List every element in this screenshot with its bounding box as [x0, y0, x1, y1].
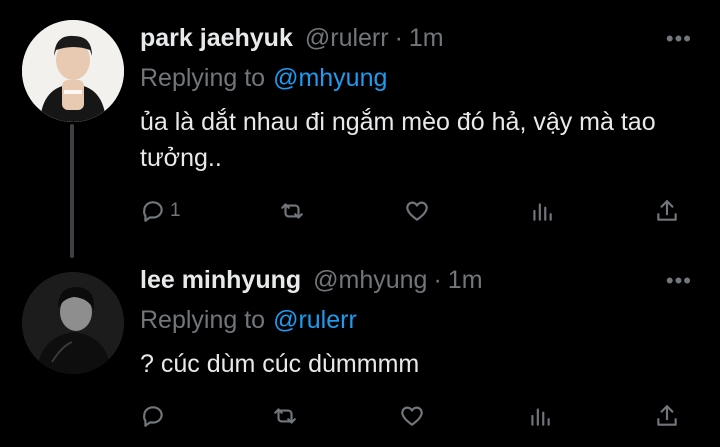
views-button[interactable] — [529, 198, 555, 224]
reply-count: 1 — [170, 200, 181, 221]
like-icon — [401, 406, 423, 426]
tweet-header: lee minhyung @mhyung · 1m — [140, 266, 700, 302]
replying-to: Replying to @mhyung — [140, 60, 700, 96]
share-icon — [657, 405, 677, 426]
reply-button[interactable]: 1 — [140, 198, 181, 224]
like-button[interactable] — [404, 198, 430, 224]
separator-dot: · — [433, 266, 442, 294]
replying-to-label: Replying to — [140, 305, 266, 334]
avatar-jaehyuk-image — [22, 20, 124, 122]
timestamp[interactable]: 1m — [448, 266, 483, 295]
share-button[interactable] — [654, 198, 680, 224]
retweet-button[interactable] — [272, 403, 298, 429]
user-handle[interactable]: @rulerr — [305, 24, 389, 53]
like-button[interactable] — [399, 403, 425, 429]
like-icon — [406, 201, 429, 221]
tweet-minhyung[interactable]: lee minhyung @mhyung · 1m ••• Replying t… — [0, 262, 720, 447]
display-name[interactable]: park jaehyuk — [140, 24, 293, 53]
replying-to-handle[interactable]: @mhyung — [273, 64, 387, 93]
more-icon[interactable]: ••• — [666, 268, 692, 294]
views-button[interactable] — [527, 403, 553, 429]
tweet-content: park jaehyuk @rulerr · 1m ••• Replying t… — [140, 24, 700, 176]
replying-to-handle[interactable]: @rulerr — [273, 306, 357, 335]
thread-connector — [70, 124, 74, 258]
retweet-icon — [281, 203, 304, 219]
avatar-minhyung[interactable] — [22, 272, 124, 374]
reply-icon — [143, 201, 163, 222]
reply-button[interactable] — [140, 403, 170, 429]
share-icon — [657, 200, 677, 221]
user-handle[interactable]: @mhyung — [313, 266, 427, 295]
retweet-icon — [273, 408, 296, 424]
retweet-button[interactable] — [279, 198, 305, 224]
tweet-content: lee minhyung @mhyung · 1m ••• Replying t… — [140, 266, 700, 382]
views-icon — [533, 203, 552, 221]
more-icon[interactable]: ••• — [666, 26, 692, 52]
tweet-jaehyuk[interactable]: park jaehyuk @rulerr · 1m ••• Replying t… — [0, 0, 720, 262]
share-button[interactable] — [654, 403, 680, 429]
views-icon — [530, 408, 550, 426]
replying-to-label: Replying to — [140, 63, 266, 92]
tweet-text: ủa là dắt nhau đi ngắm mèo đó hả, vậy mà… — [140, 108, 656, 172]
separator-dot: · — [394, 24, 403, 52]
replying-to: Replying to @rulerr — [140, 302, 700, 338]
display-name[interactable]: lee minhyung — [140, 266, 301, 295]
tweet-header: park jaehyuk @rulerr · 1m — [140, 24, 700, 60]
timestamp[interactable]: 1m — [409, 24, 444, 53]
reply-icon — [143, 406, 163, 427]
tweet-text: ? cúc dùm cúc dùmmmm — [140, 350, 420, 378]
tweet-actions: 1 — [140, 196, 680, 226]
avatar-jaehyuk[interactable] — [22, 20, 124, 122]
avatar-minhyung-image — [22, 272, 124, 374]
tweet-actions — [140, 401, 680, 431]
